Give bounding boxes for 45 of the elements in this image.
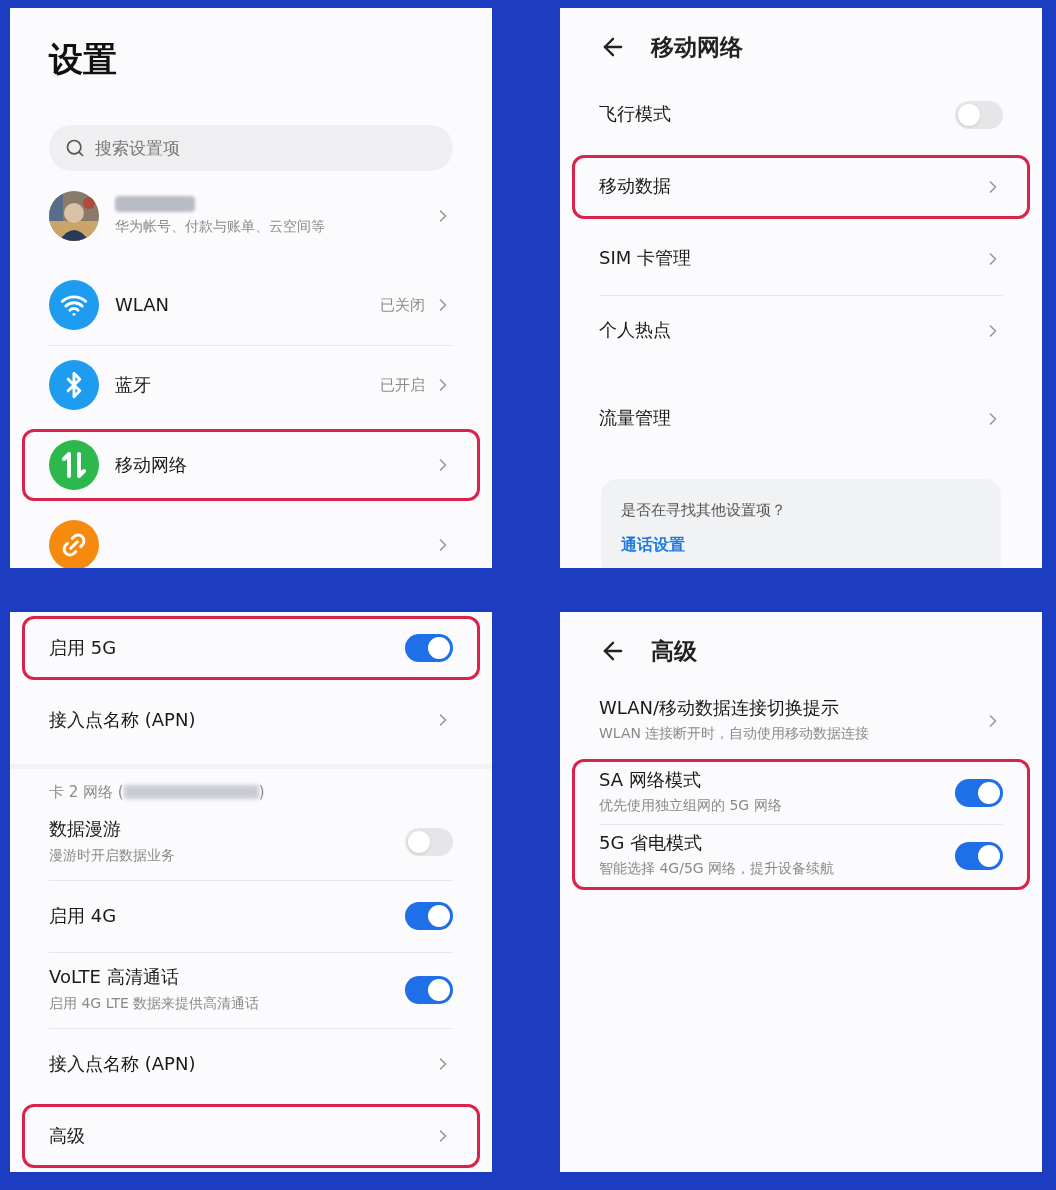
row-label: 移动数据 [599, 175, 672, 198]
search-icon [65, 138, 85, 158]
toggle-switch[interactable] [955, 841, 1003, 870]
row-label: 接入点名称 (APN) [49, 708, 197, 732]
toggle-switch[interactable] [405, 902, 453, 930]
row-subtitle: WLAN 连接断开时，自动使用移动数据连接 [599, 724, 871, 744]
row-label: 移动网络 [115, 453, 188, 477]
page-title: 设置 [49, 39, 117, 79]
section-caption: 卡 2 网络 ( [49, 782, 124, 804]
hint-question: 是否在寻找其他设置项？ [621, 499, 787, 521]
row-label: 流量管理 [599, 407, 672, 430]
row-label: WLAN/移动数据连接切换提示 [599, 696, 841, 720]
toggle-switch[interactable] [405, 976, 453, 1004]
mobile-data-icon [49, 440, 99, 490]
search-field[interactable]: 搜索设置项 [49, 125, 453, 171]
row-label: 接入点名称 (APN) [49, 1052, 197, 1076]
row-subtitle: 漫游时开启数据业务 [49, 845, 176, 865]
row-label: VoLTE 高清通话 [49, 966, 180, 989]
account-subtitle: 华为帐号、付款与账单、云空间等 [115, 216, 326, 236]
page-title: 高级 [651, 637, 697, 666]
row-label: SA 网络模式 [599, 768, 702, 792]
row-label: WLAN [115, 293, 171, 317]
row-subtitle: 优先使用独立组网的 5G 网络 [599, 796, 783, 816]
section-caption: ) [258, 782, 265, 804]
row-label: 飞行模式 [599, 103, 672, 126]
row-value: 已关闭 [380, 294, 425, 316]
call-settings-link[interactable]: 通话设置 [621, 533, 685, 557]
row-label: SIM 卡管理 [599, 247, 692, 270]
row-label: 高级 [49, 1124, 86, 1148]
page-title: 移动网络 [651, 33, 743, 62]
row-label: 启用 5G [49, 636, 118, 660]
toggle-switch[interactable] [955, 100, 1003, 129]
row-label: 5G 省电模式 [599, 831, 704, 855]
row-label: 启用 4G [49, 904, 118, 928]
row-label: 数据漫游 [49, 818, 122, 841]
bluetooth-icon [49, 360, 99, 410]
row-label: 蓝牙 [115, 373, 152, 397]
toggle-switch[interactable] [405, 634, 453, 662]
row-subtitle: 启用 4G LTE 数据来提供高清通话 [49, 993, 261, 1013]
wifi-icon [49, 280, 99, 330]
row-value: 已开启 [380, 374, 425, 396]
row-label: 个人热点 [599, 319, 672, 342]
toggle-switch[interactable] [955, 778, 1003, 807]
row-subtitle: 智能选择 4G/5G 网络，提升设备续航 [599, 859, 836, 879]
toggle-switch[interactable] [405, 828, 453, 856]
